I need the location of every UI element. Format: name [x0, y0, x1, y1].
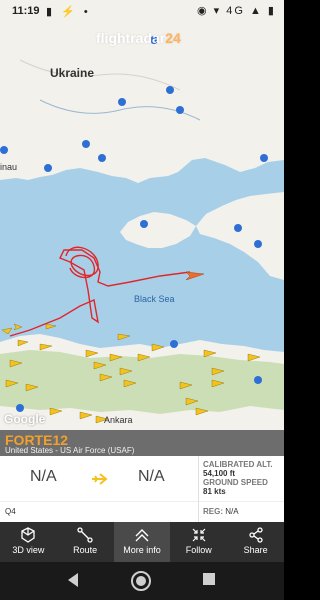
notification-icons: ▮ ⚡ • — [46, 6, 91, 18]
map-pin — [0, 146, 8, 154]
city-label: Ankara — [104, 415, 133, 425]
country-label: Ukraine — [50, 66, 95, 80]
system-icons: ◉ ▾ 4G ▲ ▮ — [197, 5, 276, 17]
map-pin — [166, 86, 174, 94]
toolbar-label: Route — [73, 545, 98, 555]
destination-airport: N/A — [138, 468, 165, 485]
aircraft-icon — [1, 327, 13, 335]
map-attribution: Google — [4, 412, 46, 426]
plane-icon — [90, 470, 108, 488]
flight-track-loop — [65, 246, 99, 279]
flight-map[interactable]: flightradar24 Ukraine Black Sea inau Ank… — [0, 0, 284, 430]
aircraft-type: Q4 — [5, 507, 16, 516]
status-time: 11:19 — [12, 5, 40, 17]
3d-view-button[interactable]: 3D view — [0, 522, 57, 562]
sea-label: Black Sea — [134, 294, 175, 304]
cube-icon — [21, 527, 36, 543]
map-canvas[interactable] — [0, 0, 284, 430]
land-crimea — [120, 212, 196, 248]
route-button[interactable]: Route — [57, 522, 114, 562]
app-logo: flightradar24 — [96, 30, 181, 46]
map-pin — [176, 106, 184, 114]
route-box: N/A N/A — [0, 456, 198, 501]
chevrons-up-icon — [135, 529, 149, 542]
map-pin — [254, 376, 262, 384]
follow-button[interactable]: Follow — [170, 522, 227, 562]
speed-label: GROUND SPEED — [203, 478, 268, 487]
divider — [198, 456, 199, 522]
reg-label: REG: — [203, 507, 223, 516]
map-pin — [254, 240, 262, 248]
back-icon[interactable] — [66, 572, 80, 588]
map-pin — [98, 154, 106, 162]
land-north — [0, 0, 284, 183]
selected-aircraft-icon — [185, 271, 205, 281]
map-pin — [82, 140, 90, 148]
home-icon[interactable] — [130, 570, 152, 592]
map-pin — [44, 164, 52, 172]
land-east — [196, 192, 284, 280]
toolbar-label: Share — [243, 545, 268, 555]
flight-header[interactable]: FORTE12 United States - US Air Force (US… — [0, 430, 284, 456]
share-button[interactable]: Share — [227, 522, 284, 562]
flight-stats: CALIBRATED ALT. 54,100 ft GROUND SPEED 8… — [203, 460, 283, 496]
divider — [199, 501, 284, 502]
toolbar-label: Follow — [185, 545, 212, 555]
aircraft-icon — [45, 323, 57, 330]
altitude-label: CALIBRATED ALT. — [203, 460, 273, 469]
city-label: inau — [0, 162, 18, 172]
map-pin — [170, 340, 178, 348]
map-pin — [16, 404, 24, 412]
origin-airport: N/A — [30, 468, 57, 485]
more-info-button[interactable]: More info — [113, 522, 171, 562]
map-pin — [234, 224, 242, 232]
aircraft-icon — [13, 323, 23, 331]
follow-arrows-icon — [192, 528, 206, 542]
map-pin — [140, 220, 148, 228]
android-nav-bar — [0, 562, 284, 600]
aircraft-icon — [117, 333, 131, 341]
operator: United States - US Air Force (USAF) — [5, 446, 135, 455]
map-pin — [118, 98, 126, 106]
toolbar-label: More info — [123, 545, 161, 555]
flight-track — [9, 249, 191, 337]
speed-value: 81 kts — [203, 487, 226, 496]
registration: REG: N/A — [203, 507, 239, 516]
altitude-value: 54,100 ft — [203, 469, 236, 478]
reg-value: N/A — [225, 507, 239, 516]
toolbar-label: 3D view — [12, 545, 45, 555]
recents-icon[interactable] — [202, 572, 216, 586]
map-pin — [260, 154, 268, 162]
route-icon — [77, 527, 93, 543]
divider — [0, 501, 198, 502]
flight-info-panel[interactable]: N/A N/A CALIBRATED ALT. 54,100 ft GROUND… — [0, 456, 284, 522]
status-bar: 11:19 ▮ ⚡ • ◉ ▾ 4G ▲ ▮ — [0, 0, 284, 22]
bottom-toolbar: 3D view Route More info Follow Share — [0, 522, 284, 562]
share-icon — [248, 527, 263, 543]
